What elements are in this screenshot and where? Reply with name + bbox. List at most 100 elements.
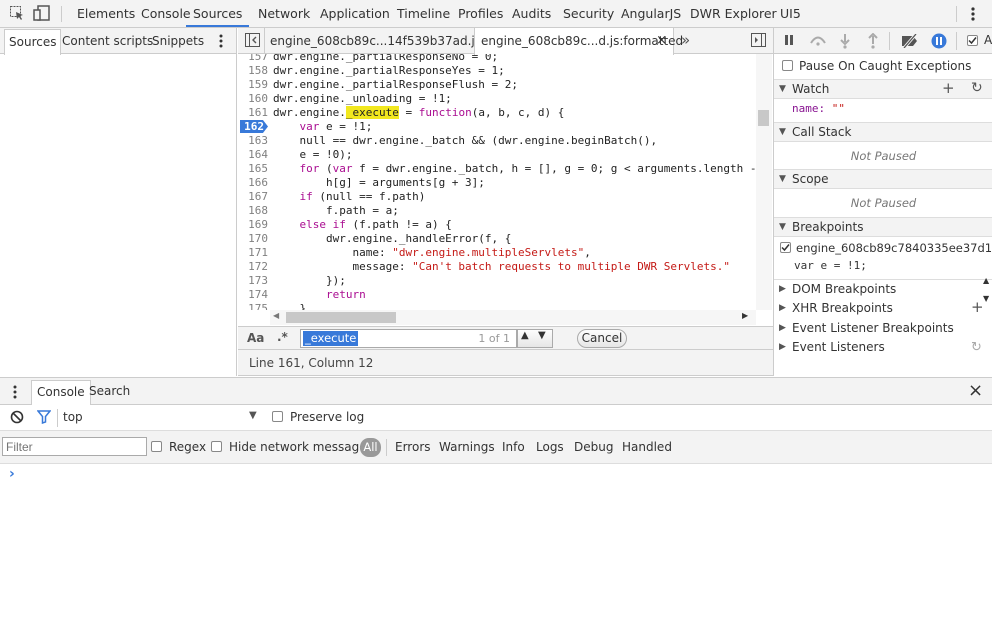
tab-sources[interactable]: Sources — [186, 0, 250, 27]
scroll-left-icon[interactable]: ◀ — [273, 311, 279, 320]
sidebar-scroll-up-icon[interactable]: ▲ — [983, 276, 989, 285]
tab-application[interactable]: Application — [320, 0, 390, 27]
line-number[interactable]: 169 — [238, 218, 268, 231]
match-case-toggle[interactable]: Aa — [247, 331, 264, 345]
callstack-section-header[interactable]: ▼ Call Stack — [774, 122, 992, 142]
execution-context-select[interactable]: top — [63, 410, 83, 424]
line-number[interactable]: 158 — [238, 64, 268, 77]
level-logs[interactable]: Logs — [536, 440, 564, 454]
nav-tab-sources[interactable]: Sources — [4, 29, 62, 55]
line-number[interactable]: 160 — [238, 92, 268, 105]
step-out-icon[interactable] — [868, 32, 878, 52]
line-number[interactable]: 168 — [238, 204, 268, 217]
line-number[interactable]: 172 — [238, 260, 268, 273]
line-number[interactable]: 173 — [238, 274, 268, 287]
breakpoint-file[interactable]: engine_608cb89c7840335ee37d114f5 — [796, 241, 992, 255]
vertical-scrollbar[interactable] — [756, 54, 772, 310]
level-warnings[interactable]: Warnings — [439, 440, 495, 454]
drawer-tab-search[interactable]: Search — [89, 384, 130, 398]
scroll-right-icon[interactable]: ▶ — [742, 311, 748, 320]
step-over-icon[interactable] — [809, 34, 827, 49]
tab-audits[interactable]: Audits — [512, 0, 551, 27]
level-handled[interactable]: Handled — [622, 440, 672, 454]
more-tabs-icon[interactable]: » — [681, 31, 690, 49]
refresh-listeners-icon[interactable]: ↻ — [971, 338, 982, 357]
next-match-icon[interactable]: ▼ — [538, 330, 546, 341]
code-editor[interactable]: 157 dwr.engine._partialResponseNo = 0; 158… — [238, 54, 756, 310]
hide-network-checkbox[interactable] — [211, 441, 222, 452]
breakpoint-marker[interactable]: 162 — [240, 120, 268, 133]
tab-dwr-explorer[interactable]: DWR Explorer — [690, 0, 777, 27]
filter-icon[interactable] — [36, 410, 52, 427]
scope-section-header[interactable]: ▼ Scope — [774, 169, 992, 189]
editor-tab-modified[interactable]: engine_608cb89c...14f539b37ad.js* — [270, 28, 487, 54]
console-prompt[interactable]: › — [9, 466, 15, 482]
tab-security[interactable]: Security — [563, 0, 614, 27]
pause-on-exceptions-icon[interactable] — [931, 33, 947, 52]
line-number[interactable]: 175 — [238, 302, 268, 310]
refresh-watch-icon[interactable]: ↻ — [971, 79, 983, 97]
breakpoints-section-header[interactable]: ▼ Breakpoints — [774, 217, 992, 237]
inspect-element-icon[interactable] — [9, 5, 25, 24]
hscroll-thumb[interactable] — [286, 312, 396, 323]
pause-caught-checkbox[interactable] — [782, 60, 793, 71]
dom-breakpoints-header[interactable]: ▶ DOM Breakpoints — [774, 279, 992, 298]
deactivate-breakpoints-icon[interactable] — [901, 33, 919, 51]
level-info[interactable]: Info — [502, 440, 525, 454]
line-number[interactable]: 161 — [238, 106, 268, 119]
tab-profiles[interactable]: Profiles — [458, 0, 503, 27]
search-input[interactable]: _execute 1 of 1 — [300, 329, 517, 348]
console-filter-input[interactable] — [2, 437, 147, 456]
watch-expression[interactable]: name: "" — [774, 99, 992, 118]
context-dropdown-icon[interactable]: ▼ — [249, 410, 257, 421]
navigator-menu-icon[interactable] — [219, 33, 223, 52]
console-output[interactable]: › — [0, 465, 992, 626]
line-number[interactable]: 157 — [238, 54, 268, 63]
close-drawer-icon[interactable]: × — [968, 380, 983, 401]
toggle-navigator-icon[interactable] — [245, 33, 260, 50]
xhr-breakpoints-header[interactable]: ▶ XHR Breakpoints + — [774, 298, 992, 318]
tab-network[interactable]: Network — [258, 0, 310, 27]
add-watch-icon[interactable]: + — [942, 79, 955, 97]
line-number[interactable]: 163 — [238, 134, 268, 147]
nav-tab-content-scripts[interactable]: Content scripts — [62, 28, 153, 54]
level-debug[interactable]: Debug — [574, 440, 613, 454]
horizontal-scrollbar[interactable]: ◀ ▶ — [270, 310, 756, 325]
line-number[interactable]: 159 — [238, 78, 268, 91]
line-number[interactable]: 165 — [238, 162, 268, 175]
event-listener-breakpoints-header[interactable]: ▶ Event Listener Breakpoints — [774, 319, 992, 338]
clear-console-icon[interactable] — [10, 410, 24, 427]
nav-tab-snippets[interactable]: Snippets — [152, 28, 204, 54]
line-number[interactable]: 166 — [238, 176, 268, 189]
line-number[interactable]: 167 — [238, 190, 268, 203]
close-tab-icon[interactable]: × — [656, 28, 667, 54]
regex-toggle[interactable]: .* — [277, 330, 288, 344]
breakpoint-enabled-checkbox[interactable] — [780, 242, 791, 253]
more-menu-icon[interactable] — [971, 6, 975, 25]
toggle-debugger-icon[interactable] — [751, 33, 766, 50]
level-all-button[interactable]: All — [360, 438, 381, 457]
tab-timeline[interactable]: Timeline — [397, 0, 450, 27]
line-number[interactable]: 171 — [238, 246, 268, 259]
async-checkbox[interactable] — [967, 35, 978, 46]
editor-tab-formatted[interactable]: engine_608cb89c...d.js:formatted × — [474, 28, 683, 55]
cancel-search-button[interactable]: Cancel — [577, 329, 627, 348]
drawer-tab-console[interactable]: Console — [31, 380, 91, 405]
line-number[interactable]: 174 — [238, 288, 268, 301]
line-number[interactable]: 170 — [238, 232, 268, 245]
sidebar-scroll-down-icon[interactable]: ▼ — [983, 294, 989, 303]
step-into-icon[interactable] — [840, 33, 850, 52]
regex-checkbox[interactable] — [151, 441, 162, 452]
watch-section-header[interactable]: ▼ Watch + ↻ — [774, 79, 992, 99]
line-number[interactable]: 164 — [238, 148, 268, 161]
previous-match-icon[interactable]: ▲ — [521, 330, 529, 341]
level-errors[interactable]: Errors — [395, 440, 431, 454]
tab-ui5[interactable]: UI5 — [780, 0, 801, 27]
device-mode-icon[interactable] — [33, 5, 51, 24]
preserve-log-checkbox[interactable] — [272, 411, 283, 422]
tab-angularjs[interactable]: AngularJS — [621, 0, 681, 27]
tab-elements[interactable]: Elements — [77, 0, 135, 27]
drawer-menu-icon[interactable] — [13, 384, 17, 403]
tab-console[interactable]: Console — [141, 0, 191, 27]
add-xhr-breakpoint-icon[interactable]: + — [971, 298, 984, 317]
